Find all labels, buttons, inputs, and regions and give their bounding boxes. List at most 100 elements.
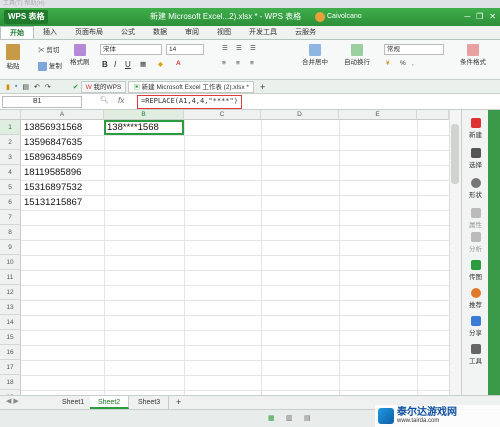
copy-button[interactable]: 复制 [38,60,62,71]
align-center-icon[interactable]: ≡ [236,60,240,67]
row-header-17[interactable]: 17 [0,360,21,375]
row-header-13[interactable]: 13 [0,300,21,315]
cell-b1[interactable]: 138****1568 [104,121,159,135]
tab-document[interactable]: ▣ 新建 Microsoft Excel 工作表 (2).xlsx * [128,80,254,93]
merge-center-button[interactable]: 合并居中 [302,44,328,66]
add-tab-button[interactable]: + [260,82,265,92]
number-format-select[interactable]: 常规 [384,44,444,55]
panel-properties[interactable]: 属性 [462,208,489,229]
column-header-a[interactable]: A [21,110,104,120]
tab-insert[interactable]: 插入 [34,26,66,39]
tab-review[interactable]: 审阅 [176,26,208,39]
tab-my-wps[interactable]: W 我的WPS [80,80,127,93]
font-size-select[interactable]: 14 [166,44,204,55]
border-icon[interactable]: ▦ [140,60,146,68]
column-header-c[interactable]: C [184,110,261,120]
page-break-icon[interactable]: ▤ [304,414,311,422]
wrap-text-button[interactable]: 自动换行 [344,44,370,66]
row-header-6[interactable]: 6 [0,195,21,210]
row-header-18[interactable]: 18 [0,375,21,390]
wps-app-button[interactable]: WPS 表格 [4,10,49,24]
print-icon[interactable]: ▤ [22,83,29,91]
panel-new[interactable]: 新建 [462,118,489,139]
minimize-icon[interactable]: ─ [464,10,470,24]
bold-button[interactable]: B [102,60,108,69]
percent-button[interactable]: % [400,60,406,67]
tab-start[interactable]: 开始 [0,26,34,39]
column-header-e[interactable]: E [339,110,417,120]
save-icon[interactable]: ▪ [15,83,17,90]
panel-recommend[interactable]: 推荐 [462,288,489,309]
maximize-icon[interactable]: ❐ [476,10,483,24]
font-name-select[interactable]: 宋体 [100,44,162,55]
column-header-f[interactable] [417,110,449,120]
cut-button[interactable]: ✂ 剪切 [38,44,59,54]
page-layout-icon[interactable]: ▥ [286,414,293,422]
font-color-icon[interactable]: A [176,60,181,67]
sheet-tab-3[interactable]: Sheet3 [130,396,170,409]
thousands-button[interactable]: , [412,60,414,67]
align-left-icon[interactable]: ≡ [222,60,226,67]
panel-select[interactable]: 选择 [462,148,489,169]
row-header-9[interactable]: 9 [0,240,21,255]
add-sheet-button[interactable]: + [168,396,189,409]
fx-button[interactable]: fx [118,96,124,105]
row-header-1[interactable]: 1 [0,120,21,135]
row-header-8[interactable]: 8 [0,225,21,240]
formula-input[interactable]: =REPLACE(A1,4,4,"****") [137,95,242,109]
cell-a5[interactable]: 15316897532 [21,181,82,195]
fill-color-icon[interactable]: ◆ [158,60,163,68]
cell-a2[interactable]: 13596847635 [21,136,82,150]
open-folder-icon[interactable]: ▮ [6,83,10,91]
align-bottom-icon[interactable]: ☰ [250,44,256,52]
tab-data[interactable]: 数据 [144,26,176,39]
scrollbar-thumb[interactable] [451,124,459,184]
tab-view[interactable]: 视图 [208,26,240,39]
tab-cloud[interactable]: 云服务 [286,26,325,39]
zoom-icon[interactable]: 🔍︎ [100,96,109,104]
sheet-tab-2[interactable]: Sheet2 [90,396,130,409]
cell-a1[interactable]: 13856931568 [21,121,82,135]
currency-icon[interactable]: ¥ [386,60,390,67]
tab-formulas[interactable]: 公式 [112,26,144,39]
row-header-7[interactable]: 7 [0,210,21,225]
align-top-icon[interactable]: ☰ [222,44,228,52]
conditional-format-button[interactable]: 条件格式 [460,44,486,66]
sheet-tab-1[interactable]: Sheet1 [54,396,94,409]
redo-icon[interactable]: ↷ [45,83,51,91]
row-header-2[interactable]: 2 [0,135,21,150]
panel-share[interactable]: 分享 [462,316,489,337]
column-header-d[interactable]: D [261,110,339,120]
align-right-icon[interactable]: ≡ [250,60,254,67]
row-header-3[interactable]: 3 [0,150,21,165]
row-header-14[interactable]: 14 [0,315,21,330]
side-edge-panel[interactable] [488,110,500,395]
cell-a6[interactable]: 15131215867 [21,196,82,210]
italic-button[interactable]: I [114,60,116,69]
tab-page-layout[interactable]: 页面布局 [66,26,112,39]
row-header-11[interactable]: 11 [0,270,21,285]
tab-developer[interactable]: 开发工具 [240,26,286,39]
align-middle-icon[interactable]: ☰ [236,44,242,52]
underline-button[interactable]: U [125,60,131,69]
panel-analysis[interactable]: 分析 [462,232,489,253]
undo-icon[interactable]: ↶ [34,83,40,91]
normal-view-icon[interactable]: ▦ [268,414,275,422]
panel-shapes[interactable]: 形状 [462,178,489,199]
row-header-10[interactable]: 10 [0,255,21,270]
panel-upload-image[interactable]: 传图 [462,260,489,281]
panel-tools[interactable]: 工具 [462,344,489,365]
cell-a3[interactable]: 15896348569 [21,151,82,165]
close-icon[interactable]: ✕ [489,10,496,24]
user-account[interactable]: Caivolcano [315,11,362,23]
name-box[interactable]: B1 [2,96,82,108]
row-header-15[interactable]: 15 [0,330,21,345]
spreadsheet-grid[interactable]: A B C D E 12345678910111213141516171819 … [0,110,461,395]
row-header-16[interactable]: 16 [0,345,21,360]
row-header-4[interactable]: 4 [0,165,21,180]
column-header-b[interactable]: B [104,110,184,120]
format-painter-button[interactable]: 格式刷 [70,44,90,66]
sheet-nav-icon[interactable]: ◀ ▶ [6,397,19,405]
select-all-corner[interactable] [0,110,21,120]
row-header-5[interactable]: 5 [0,180,21,195]
